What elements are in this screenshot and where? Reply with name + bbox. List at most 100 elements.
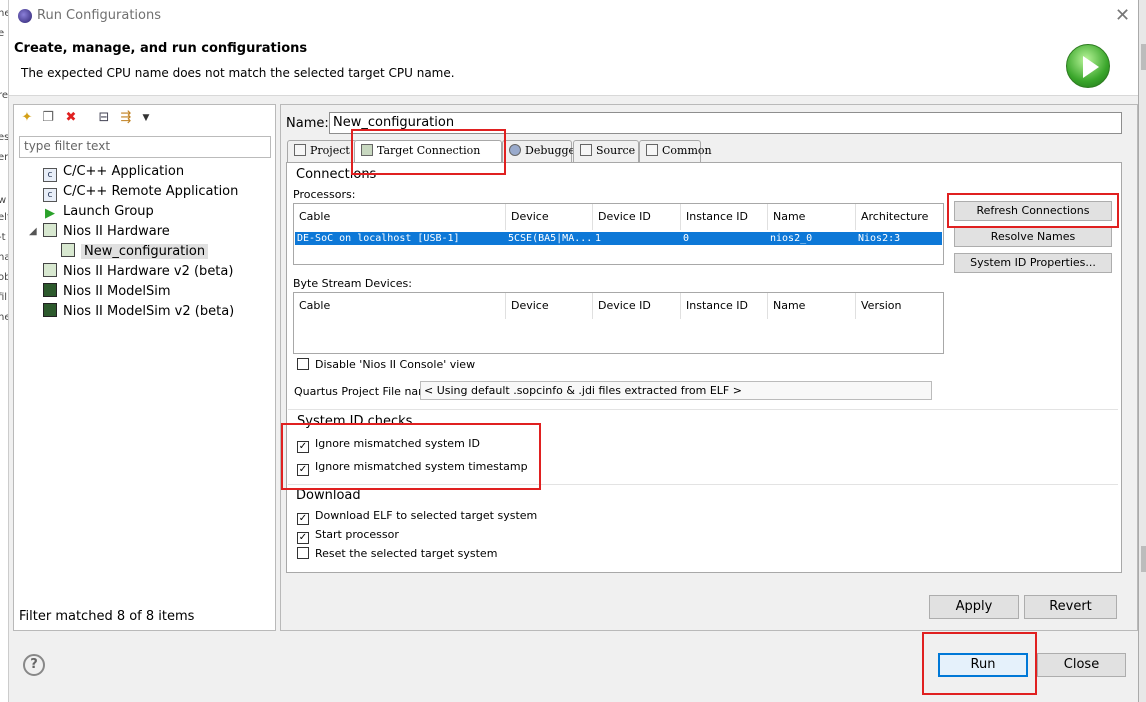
nios-hardware-icon bbox=[43, 263, 57, 277]
nios-config-icon bbox=[61, 243, 75, 257]
background-window-edge-right bbox=[1138, 0, 1146, 702]
collapse-all-icon[interactable]: ⊟ bbox=[96, 110, 112, 126]
tree-item-label: New_configuration bbox=[81, 244, 209, 259]
column-header[interactable]: Version bbox=[856, 293, 944, 319]
name-input[interactable]: New_configuration bbox=[329, 112, 1122, 134]
tree-item-label: Nios II Hardware bbox=[63, 224, 170, 239]
tree-item-label: C/C++ Remote Application bbox=[63, 184, 239, 199]
start-processor-checkbox[interactable]: ✓ Start processor bbox=[297, 528, 399, 544]
tree-item-label: Nios II ModelSim v2 (beta) bbox=[63, 304, 235, 319]
cell: nios2_0 bbox=[770, 233, 813, 244]
tab-project[interactable]: Project bbox=[287, 140, 357, 162]
column-header[interactable]: Device ID bbox=[593, 293, 681, 319]
configuration-list-panel: ✦ ❐ ✖ ⊟ ⇶ ▼ type filter text c C/C++ Appl… bbox=[13, 104, 276, 631]
config-toolbar: ✦ ❐ ✖ ⊟ ⇶ ▼ bbox=[14, 105, 275, 133]
cell: 5CSE(BA5|MA... bbox=[508, 233, 593, 244]
tree-item-nios-ii-modelsim[interactable]: Nios II ModelSim bbox=[43, 282, 171, 302]
modelsim-icon bbox=[43, 283, 57, 297]
refresh-connections-button[interactable]: Refresh Connections bbox=[954, 201, 1112, 221]
title-bar: Run Configurations ✕ bbox=[9, 0, 1138, 32]
tree-item-label: Nios II ModelSim bbox=[63, 284, 171, 299]
tree-item-launch-group[interactable]: ▶ Launch Group bbox=[43, 202, 154, 222]
tab-common[interactable]: Common bbox=[639, 140, 712, 162]
help-icon[interactable]: ? bbox=[23, 654, 45, 676]
column-header[interactable]: Architecture bbox=[856, 204, 944, 230]
project-icon bbox=[294, 144, 306, 156]
checkbox-box[interactable] bbox=[297, 358, 309, 370]
checkbox-box[interactable]: ✓ bbox=[297, 441, 309, 453]
column-header[interactable]: Device bbox=[506, 204, 593, 230]
expanded-chevron-icon[interactable]: ◢ bbox=[29, 222, 37, 242]
target-connection-icon bbox=[361, 144, 373, 156]
tree-item-c-remote-application[interactable]: c C/C++ Remote Application bbox=[43, 182, 238, 202]
filter-input[interactable]: type filter text bbox=[19, 136, 271, 158]
checkbox-box[interactable]: ✓ bbox=[297, 513, 309, 525]
checkbox-box[interactable]: ✓ bbox=[297, 464, 309, 476]
run-icon bbox=[1066, 44, 1110, 88]
tree-item-nios-ii-hardware[interactable]: ◢ Nios II Hardware bbox=[29, 222, 170, 242]
c-remote-icon: c bbox=[43, 188, 57, 202]
ignore-system-id-checkbox[interactable]: ✓ Ignore mismatched system ID bbox=[297, 437, 480, 453]
dialog-header: Create, manage, and run configurations T… bbox=[9, 32, 1138, 96]
tab-source[interactable]: Source bbox=[573, 140, 639, 162]
system-id-group-title: System ID checks bbox=[297, 414, 413, 429]
filter-icon[interactable]: ⇶ bbox=[118, 110, 134, 126]
header-message: The expected CPU name does not match the… bbox=[21, 66, 455, 80]
delete-icon[interactable]: ✖ bbox=[63, 110, 79, 126]
window-title: Run Configurations bbox=[37, 8, 161, 23]
column-header[interactable]: Cable bbox=[294, 293, 506, 319]
tab-target-connection[interactable]: Target Connection bbox=[354, 140, 502, 163]
checkbox-box[interactable]: ✓ bbox=[297, 532, 309, 544]
download-group-title: Download bbox=[296, 488, 361, 503]
cell: 0 bbox=[683, 233, 690, 244]
quartus-file-label: Quartus Project File name: bbox=[294, 385, 440, 398]
tree-item-nios-ii-modelsim-v2[interactable]: Nios II ModelSim v2 (beta) bbox=[43, 302, 234, 322]
source-icon bbox=[580, 144, 592, 156]
resolve-names-button[interactable]: Resolve Names bbox=[954, 227, 1112, 247]
tree-item-c-application[interactable]: c C/C++ Application bbox=[43, 162, 184, 182]
tree-item-new-configuration[interactable]: New_configuration bbox=[61, 242, 209, 262]
column-header[interactable]: Instance ID bbox=[681, 204, 768, 230]
cell: Nios2:3 bbox=[858, 233, 901, 244]
byte-stream-table[interactable]: Cable Device Device ID Instance ID Name … bbox=[293, 292, 944, 354]
system-id-properties-button[interactable]: System ID Properties... bbox=[954, 253, 1112, 273]
reset-target-checkbox[interactable]: Reset the selected target system bbox=[297, 547, 497, 560]
chevron-down-icon[interactable]: ▼ bbox=[138, 110, 154, 126]
debugger-icon bbox=[509, 144, 521, 156]
ignore-timestamp-checkbox[interactable]: ✓ Ignore mismatched system timestamp bbox=[297, 460, 528, 476]
filter-status: Filter matched 8 of 8 items bbox=[19, 609, 195, 624]
launch-group-icon: ▶ bbox=[45, 206, 55, 221]
quartus-file-field[interactable]: < Using default .sopcinfo & .jdi files e… bbox=[420, 381, 932, 400]
download-elf-checkbox[interactable]: ✓ Download ELF to selected target system bbox=[297, 509, 537, 525]
column-header[interactable]: Device ID bbox=[593, 204, 681, 230]
table-row[interactable]: DE-SoC on localhost [USB-1] 5CSE(BA5|MA.… bbox=[295, 232, 942, 245]
background-window-edge: heere eserw elf-tna obfilne bbox=[0, 0, 9, 702]
column-header[interactable]: Name bbox=[768, 293, 856, 319]
column-header[interactable]: Device bbox=[506, 293, 593, 319]
column-header[interactable]: Name bbox=[768, 204, 856, 230]
revert-button[interactable]: Revert bbox=[1024, 595, 1117, 619]
tree-item-label: Launch Group bbox=[63, 204, 154, 219]
column-header[interactable]: Cable bbox=[294, 204, 506, 230]
close-window-button[interactable]: ✕ bbox=[1115, 5, 1130, 26]
disable-console-checkbox[interactable]: Disable 'Nios II Console' view bbox=[297, 358, 475, 371]
close-button[interactable]: Close bbox=[1037, 653, 1126, 677]
run-button[interactable]: Run bbox=[938, 653, 1028, 677]
processors-label: Processors: bbox=[293, 188, 356, 201]
processors-table[interactable]: Cable Device Device ID Instance ID Name … bbox=[293, 203, 944, 265]
cell: 1 bbox=[595, 233, 602, 244]
common-icon bbox=[646, 144, 658, 156]
group-divider bbox=[288, 409, 1118, 410]
tab-debugger[interactable]: Debugger bbox=[502, 140, 580, 162]
duplicate-icon[interactable]: ❐ bbox=[40, 110, 56, 126]
connections-group-title: Connections bbox=[296, 167, 377, 182]
new-config-icon[interactable]: ✦ bbox=[19, 110, 35, 126]
header-title: Create, manage, and run configurations bbox=[14, 41, 308, 56]
group-divider bbox=[288, 484, 1118, 485]
tree-item-label: C/C++ Application bbox=[63, 164, 185, 179]
checkbox-box[interactable] bbox=[297, 547, 309, 559]
apply-button[interactable]: Apply bbox=[929, 595, 1019, 619]
tree-item-nios-ii-hardware-v2[interactable]: Nios II Hardware v2 (beta) bbox=[43, 262, 233, 282]
cell: DE-SoC on localhost [USB-1] bbox=[297, 233, 460, 244]
column-header[interactable]: Instance ID bbox=[681, 293, 768, 319]
